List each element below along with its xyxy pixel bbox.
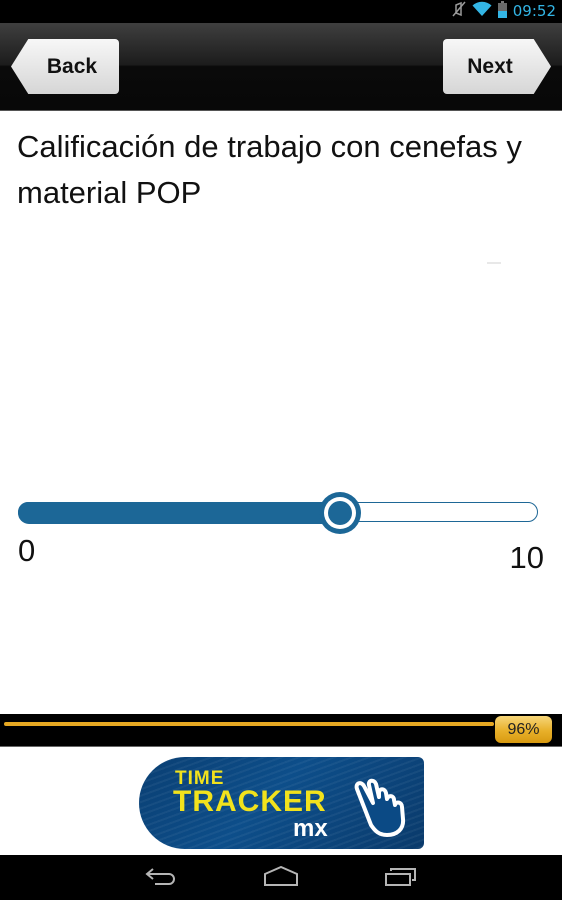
clock: 09:52 — [512, 2, 556, 20]
ad-text-tracker: TRACKER — [173, 785, 327, 818]
system-home-button[interactable] — [256, 863, 306, 893]
question-title: Calificación de trabajo con cenefas y ma… — [17, 129, 522, 210]
rating-slider[interactable] — [18, 488, 540, 538]
progress-badge: 96% — [495, 716, 552, 743]
system-back-button[interactable] — [136, 863, 186, 893]
slider-max-label: 10 — [509, 540, 544, 575]
slider-min-label: 0 — [18, 533, 36, 568]
progress-bar: 96% — [0, 714, 562, 747]
ad-banner[interactable]: TIME TRACKER mx — [139, 757, 424, 849]
nav-bar: Back Next — [0, 23, 562, 111]
recent-apps-icon — [384, 866, 418, 891]
ad-text-mx: mx — [293, 815, 328, 842]
back-icon — [145, 866, 177, 891]
pointing-hand-icon — [349, 771, 413, 839]
status-icons: 09:52 — [452, 0, 556, 23]
battery-icon — [497, 0, 507, 23]
back-button[interactable]: Back — [11, 39, 119, 94]
slider-thumb[interactable] — [319, 492, 361, 534]
wifi-icon — [472, 1, 492, 22]
mute-icon — [452, 1, 466, 22]
system-nav-bar — [0, 855, 562, 900]
home-icon — [263, 865, 299, 891]
divider — [487, 262, 501, 264]
slider-fill — [18, 502, 340, 524]
progress-fill — [4, 722, 494, 726]
system-recent-apps-button[interactable] — [376, 863, 426, 893]
status-bar: 09:52 — [0, 0, 562, 23]
ad-area: TIME TRACKER mx — [0, 747, 562, 855]
next-button[interactable]: Next — [443, 39, 551, 94]
